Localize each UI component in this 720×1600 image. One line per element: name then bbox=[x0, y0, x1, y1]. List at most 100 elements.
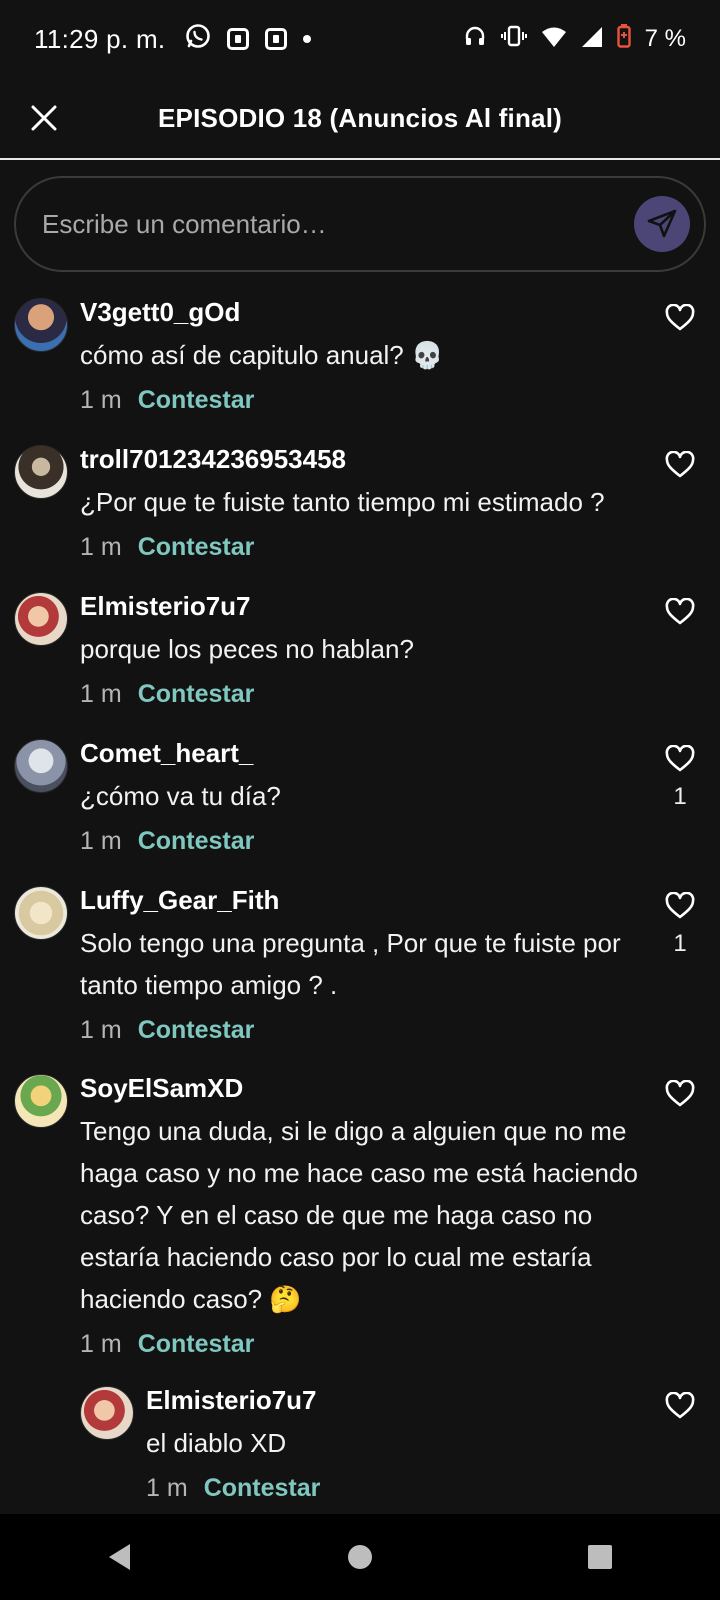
home-circle-icon bbox=[348, 1545, 372, 1569]
heart-icon bbox=[665, 451, 695, 478]
like-button[interactable] bbox=[664, 449, 696, 481]
status-time: 11:29 p. m. bbox=[34, 23, 166, 54]
heart-icon bbox=[665, 745, 695, 772]
like-column bbox=[660, 1078, 700, 1118]
comment-username[interactable]: SoyElSamXD bbox=[80, 1072, 664, 1104]
heart-icon bbox=[665, 1392, 695, 1419]
comment-username[interactable]: V3gett0_gOd bbox=[80, 296, 664, 328]
comment-username[interactable]: Comet_heart_ bbox=[80, 737, 664, 769]
comment-username[interactable]: Elmisterio7u7 bbox=[80, 590, 664, 622]
comment-body: V3gett0_gOd cómo así de capitulo anual? … bbox=[80, 296, 664, 415]
send-icon bbox=[647, 209, 677, 238]
avatar[interactable] bbox=[14, 592, 68, 646]
comment-time: 1 m bbox=[146, 1474, 188, 1502]
avatar[interactable] bbox=[14, 886, 68, 940]
recents-button[interactable] bbox=[570, 1527, 630, 1587]
like-count: 1 bbox=[673, 930, 687, 957]
heart-icon bbox=[665, 892, 695, 919]
reply-button[interactable]: Contestar bbox=[138, 680, 255, 709]
comment-body: Comet_heart_ ¿cómo va tu día? 1 m Contes… bbox=[80, 737, 664, 856]
comment-username[interactable]: troll701234236953458 bbox=[80, 443, 664, 475]
avatar[interactable] bbox=[14, 298, 68, 352]
comment-meta: 1 m Contestar bbox=[80, 827, 664, 856]
home-button[interactable] bbox=[330, 1527, 390, 1587]
notification-icons bbox=[185, 23, 312, 56]
reply-button[interactable]: Contestar bbox=[138, 1016, 255, 1045]
comment-meta: 1 m Contestar bbox=[80, 533, 664, 562]
like-column: 1 bbox=[660, 743, 700, 811]
comment-body: troll701234236953458 ¿Por que te fuiste … bbox=[80, 443, 664, 562]
comment-text: Tengo una duda, si le digo a alguien que… bbox=[80, 1116, 638, 1314]
wifi-icon bbox=[541, 24, 567, 55]
like-button[interactable] bbox=[664, 596, 696, 628]
like-column: 1 bbox=[660, 890, 700, 958]
page-title: EPISODIO 18 (Anuncios Al final) bbox=[158, 102, 562, 133]
heart-icon bbox=[665, 598, 695, 625]
comment-meta: 1 m Contestar bbox=[80, 1016, 664, 1045]
avatar[interactable] bbox=[14, 739, 68, 793]
comment-time: 1 m bbox=[80, 533, 122, 561]
app-notification-icon bbox=[227, 28, 250, 50]
avatar[interactable] bbox=[14, 1074, 68, 1128]
like-column bbox=[660, 1390, 700, 1430]
comment-meta: 1 m Contestar bbox=[146, 1474, 664, 1503]
comment-text: cómo así de capitulo anual? 💀 bbox=[80, 340, 444, 370]
like-button[interactable] bbox=[664, 1078, 696, 1110]
comment-time: 1 m bbox=[80, 1016, 122, 1044]
comment-composer bbox=[14, 176, 706, 272]
comment-time: 1 m bbox=[80, 680, 122, 708]
comment-input[interactable] bbox=[42, 208, 634, 240]
heart-icon bbox=[665, 304, 695, 331]
reply-button[interactable]: Contestar bbox=[138, 827, 255, 856]
signal-icon bbox=[581, 24, 603, 55]
comments-header: EPISODIO 18 (Anuncios Al final) bbox=[0, 78, 720, 160]
comment-body: Elmisterio7u7 el diablo XD 1 m Contestar bbox=[146, 1384, 664, 1503]
comment-username[interactable]: Elmisterio7u7 bbox=[146, 1384, 664, 1416]
like-column bbox=[660, 449, 700, 489]
reply-button[interactable]: Contestar bbox=[138, 386, 255, 415]
comment-time: 1 m bbox=[80, 1330, 122, 1358]
battery-percent: 7 % bbox=[644, 25, 686, 52]
vibrate-icon bbox=[500, 24, 527, 55]
reply-button[interactable]: Contestar bbox=[204, 1474, 321, 1503]
comment-text: ¿Por que te fuiste tanto tiempo mi estim… bbox=[80, 487, 605, 517]
close-button[interactable] bbox=[24, 98, 64, 138]
comment-text: ¿cómo va tu día? bbox=[80, 781, 281, 811]
comment-meta: 1 m Contestar bbox=[80, 1330, 664, 1359]
headphones-icon bbox=[463, 24, 487, 55]
system-nav-bar bbox=[0, 1514, 720, 1600]
reply-button[interactable]: Contestar bbox=[138, 533, 255, 562]
like-button[interactable] bbox=[664, 890, 696, 922]
system-icons: 7 % bbox=[463, 23, 686, 55]
like-button[interactable] bbox=[664, 1390, 696, 1422]
comment-time: 1 m bbox=[80, 386, 122, 414]
like-column bbox=[660, 596, 700, 636]
comment-text: Solo tengo una pregunta , Por que te fui… bbox=[80, 928, 621, 1000]
heart-icon bbox=[665, 1080, 695, 1107]
comment-time: 1 m bbox=[80, 827, 122, 855]
like-button[interactable] bbox=[664, 743, 696, 775]
back-triangle-icon bbox=[109, 1544, 130, 1570]
comment-meta: 1 m Contestar bbox=[80, 386, 664, 415]
app-notification-icon bbox=[265, 28, 288, 50]
comment-text: porque los peces no hablan? bbox=[80, 634, 414, 664]
avatar[interactable] bbox=[14, 445, 68, 499]
comment-text: el diablo XD bbox=[146, 1428, 287, 1458]
comment-body: Elmisterio7u7 porque los peces no hablan… bbox=[80, 590, 664, 709]
whatsapp-icon bbox=[185, 23, 211, 56]
comment-body: Luffy_Gear_Fith Solo tengo una pregunta … bbox=[80, 884, 664, 1045]
like-count: 1 bbox=[673, 783, 687, 810]
more-notifications-dot-icon bbox=[303, 35, 312, 43]
comment-body: SoyElSamXD Tengo una duda, si le digo a … bbox=[80, 1072, 664, 1359]
comment-username[interactable]: Luffy_Gear_Fith bbox=[80, 884, 664, 916]
back-button[interactable] bbox=[90, 1527, 150, 1587]
battery-icon bbox=[616, 23, 631, 55]
comments-list: V3gett0_gOd cómo así de capitulo anual? … bbox=[0, 280, 720, 1510]
send-button[interactable] bbox=[634, 196, 690, 252]
like-column bbox=[660, 302, 700, 342]
reply-button[interactable]: Contestar bbox=[138, 1330, 255, 1359]
avatar[interactable] bbox=[80, 1386, 134, 1440]
status-bar: 11:29 p. m. 7 % bbox=[0, 0, 720, 78]
comment-meta: 1 m Contestar bbox=[80, 680, 664, 709]
like-button[interactable] bbox=[664, 302, 696, 334]
